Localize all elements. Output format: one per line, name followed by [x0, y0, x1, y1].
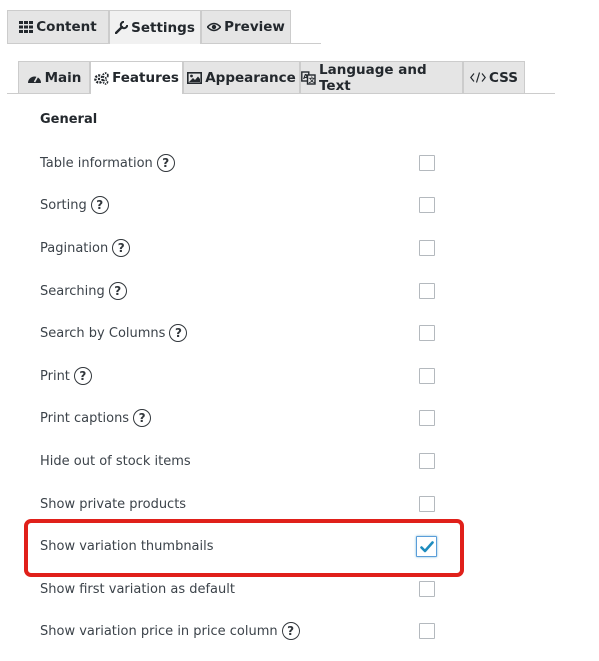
tab-preview-label: Preview	[224, 19, 285, 35]
tab-settings-label: Settings	[131, 19, 195, 36]
tab-preview[interactable]: Preview	[201, 10, 291, 43]
help-icon[interactable]: ?	[156, 154, 175, 172]
option-row-show-variation-price-in-price-column: Show variation price in price column?	[40, 619, 440, 643]
tab-features-label: Features	[112, 70, 179, 86]
tab-css-label: CSS	[489, 69, 518, 86]
search-by-columns-checkbox[interactable]	[419, 325, 435, 341]
option-label: Sorting	[40, 197, 87, 213]
option-row-print-captions: Print captions?	[40, 406, 440, 430]
wrench-icon	[115, 21, 129, 34]
tab-features[interactable]: Features	[90, 61, 183, 94]
option-label: Searching	[40, 283, 105, 299]
help-icon[interactable]: ?	[112, 239, 131, 257]
highlight-box	[24, 519, 464, 577]
code-icon	[470, 72, 486, 83]
option-label: Show first variation as default	[40, 581, 235, 597]
help-icon[interactable]: ?	[90, 196, 109, 214]
section-title-general: General	[40, 112, 98, 127]
help-icon[interactable]: ?	[108, 282, 127, 300]
svg-text:文: 文	[308, 75, 316, 84]
print-captions-checkbox[interactable]	[419, 410, 435, 426]
option-label: Show private products	[40, 496, 187, 512]
show-variation-price-in-price-column-checkbox[interactable]	[419, 623, 435, 639]
help-icon[interactable]: ?	[281, 622, 300, 640]
translate-icon: A 文	[301, 70, 316, 85]
option-row-pagination: Pagination?	[40, 236, 440, 260]
tab-css[interactable]: CSS	[463, 61, 525, 93]
option-row-print: Print?	[40, 364, 440, 388]
option-row-search-by-columns: Search by Columns?	[40, 321, 440, 345]
settings-tab-bar: Main Features Appearance A 文 Language an…	[7, 61, 555, 94]
option-label: Show variation price in price column	[40, 623, 278, 639]
option-label: Print	[40, 368, 70, 384]
print-checkbox[interactable]	[419, 368, 435, 384]
option-row-show-private-products: Show private products	[40, 492, 440, 516]
tab-settings[interactable]: Settings	[109, 10, 201, 44]
option-row-table-information: Table information?	[40, 151, 440, 175]
grid-icon	[19, 21, 34, 33]
option-row-sorting: Sorting?	[40, 193, 440, 217]
sorting-checkbox[interactable]	[419, 197, 435, 213]
tab-main-label: Main	[44, 69, 82, 86]
option-label: Table information	[40, 155, 153, 171]
option-row-searching: Searching?	[40, 279, 440, 303]
eye-icon	[207, 22, 222, 32]
tab-content-label: Content	[36, 19, 97, 35]
tab-appearance-label: Appearance	[205, 69, 296, 86]
gears-icon	[94, 71, 109, 85]
dashboard-icon	[27, 72, 42, 84]
hide-out-of-stock-items-checkbox[interactable]	[419, 453, 435, 469]
tab-appearance[interactable]: Appearance	[183, 61, 300, 93]
tab-language-and-text[interactable]: A 文 Language and Text	[300, 61, 463, 94]
help-icon[interactable]: ?	[169, 324, 188, 342]
tab-language-and-text-label: Language and Text	[319, 61, 427, 94]
option-label: Print captions	[40, 410, 130, 426]
help-icon[interactable]: ?	[73, 367, 92, 385]
searching-checkbox[interactable]	[419, 283, 435, 299]
option-row-hide-out-of-stock-items: Hide out of stock items	[40, 449, 440, 473]
tab-content[interactable]: Content	[7, 10, 109, 43]
show-private-products-checkbox[interactable]	[419, 496, 435, 512]
show-first-variation-as-default-checkbox[interactable]	[419, 581, 435, 597]
pagination-checkbox[interactable]	[419, 240, 435, 256]
option-label: Hide out of stock items	[40, 453, 191, 469]
option-row-show-first-variation-as-default: Show first variation as default	[40, 577, 440, 601]
tab-main[interactable]: Main	[18, 61, 90, 93]
help-icon[interactable]: ?	[133, 409, 152, 427]
option-label: Search by Columns	[40, 325, 166, 341]
option-label: Pagination	[40, 240, 109, 256]
table-information-checkbox[interactable]	[419, 155, 435, 171]
main-tab-bar: Content Settings Preview	[7, 10, 321, 44]
image-icon	[187, 71, 203, 84]
